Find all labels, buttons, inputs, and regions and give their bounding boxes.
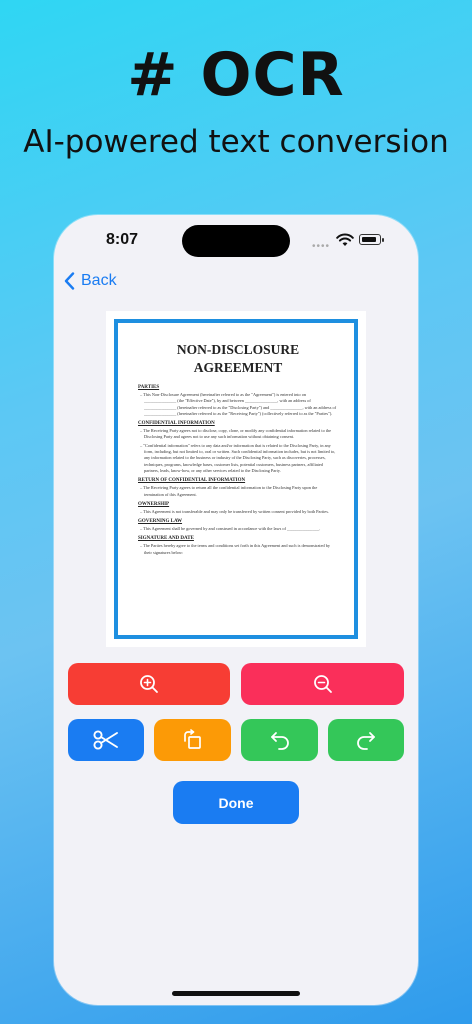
document-paragraph: – The Parties hereby agree to the terms … <box>140 543 331 555</box>
document-paragraph: – The Receiving Party agrees to return a… <box>140 485 318 497</box>
battery-icon <box>359 234 384 245</box>
crop-button[interactable] <box>68 719 144 761</box>
document-section-heading: SIGNATURE AND DATE <box>138 536 194 542</box>
chevron-left-icon <box>64 272 75 290</box>
signal-icon: •••• <box>312 241 331 252</box>
status-time: 8:07 <box>106 231 139 248</box>
document-body: PARTIES – This Non-Disclosure Agreement (… <box>138 385 338 556</box>
document-paragraph: – This Agreement is not transferable and… <box>140 508 329 514</box>
dynamic-island <box>182 225 290 257</box>
zoom-in-icon <box>140 675 158 693</box>
document-paragraph: – This Agreement shall be governed by an… <box>140 526 321 532</box>
zoom-out-icon <box>313 675 332 693</box>
done-button[interactable]: Done <box>173 781 299 824</box>
promo-subline: AI-powered text conversion <box>23 124 449 160</box>
document-paragraph: – "Confidential information" refers to a… <box>140 442 336 473</box>
rotate-button[interactable] <box>154 719 231 761</box>
document-section-heading: PARTIES <box>138 385 160 390</box>
rotate-icon <box>183 729 201 749</box>
promo-headline: # OCR <box>127 40 345 110</box>
document-paragraph: – This Non-Disclosure Agreement (hereina… <box>140 392 337 416</box>
document-title: NON-DISCLOSURE AGREEMENT <box>138 341 338 377</box>
home-indicator <box>172 991 300 996</box>
phone-screen: 8:07 •••• Back NON-DISCLOSURE AGREEMENT … <box>54 215 418 1005</box>
document-section-heading: GOVERNING LAW <box>138 519 183 525</box>
scissors-icon <box>93 730 118 750</box>
document-preview[interactable]: NON-DISCLOSURE AGREEMENT PARTIES – This N… <box>106 311 366 647</box>
back-button[interactable]: Back <box>64 268 117 294</box>
undo-button[interactable] <box>241 719 318 761</box>
redo-icon <box>357 732 375 750</box>
back-label: Back <box>81 272 117 289</box>
wifi-icon <box>336 233 354 246</box>
redo-button[interactable] <box>328 719 404 761</box>
undo-icon <box>270 732 289 750</box>
document-section-heading: RETURN OF CONFIDENTIAL INFORMATION <box>138 478 246 484</box>
zoom-in-button[interactable] <box>68 663 230 705</box>
document-title-line-1: NON-DISCLOSURE <box>176 342 300 357</box>
document-paragraph: – The Receiving Party agrees not to disc… <box>140 428 332 440</box>
status-bar: 8:07 •••• <box>54 215 418 265</box>
document-title-line-2: AGREEMENT <box>193 360 283 375</box>
document-section-heading: CONFIDENTIAL INFORMATION <box>138 421 215 427</box>
document-page: NON-DISCLOSURE AGREEMENT PARTIES – This N… <box>114 319 358 639</box>
document-section-heading: OWNERSHIP <box>138 501 170 507</box>
zoom-out-button[interactable] <box>241 663 404 705</box>
